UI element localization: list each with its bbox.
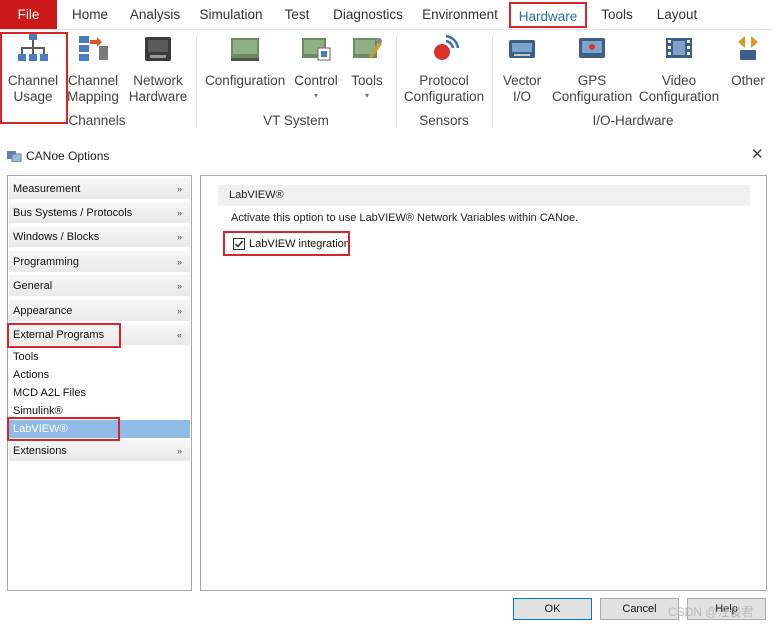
menu-bar: File Home Analysis Simulation Test Diagn… [0,0,772,29]
tab-diagnostics[interactable]: Diagnostics [330,0,406,29]
vector-io-icon [509,40,535,58]
panel-description: Activate this option to use LabVIEW® Net… [231,212,579,224]
group-label-sensors: Sensors [419,113,469,128]
tab-layout[interactable]: Layout [650,0,704,29]
chevron-down-icon: » [176,184,182,194]
chevron-down-icon: » [176,446,182,456]
vt-configuration-label: Configuration [205,73,286,88]
chevron-down-icon: » [176,281,182,291]
gps-configuration-button[interactable]: GPS Configuration [552,32,632,105]
vt-configuration-button[interactable]: Configuration [205,32,285,89]
nav-section-label: Appearance [13,305,73,317]
nav-item-mcd-a2l-files[interactable]: MCD A2L Files [9,384,190,402]
chevron-down-icon: » [176,257,182,267]
tab-simulation[interactable]: Simulation [197,0,265,29]
nav-section-extensions[interactable]: Extensions » [9,440,190,462]
tab-home[interactable]: Home [66,0,114,29]
chevron-down-icon: » [176,232,182,242]
highlight-labview-item [7,417,120,441]
vt-tools-dropdown-icon[interactable]: ▾ [345,91,389,101]
nav-section-appearance[interactable]: Appearance » [9,300,190,322]
other-label: Other [731,73,765,88]
channel-mapping-icon [79,36,108,61]
close-icon[interactable]: ✕ [751,146,764,164]
nav-section-bus-systems[interactable]: Bus Systems / Protocols » [9,202,190,224]
chevron-down-icon: » [176,306,182,316]
network-hardware-label: Network Hardware [128,73,188,104]
panel-header: LabVIEW® [218,185,750,206]
tab-divider [0,29,772,30]
vector-io-button[interactable]: Vector I/O [500,32,544,105]
protocol-configuration-button[interactable]: Protocol Configuration [403,32,485,105]
network-hardware-button[interactable]: Network Hardware [126,32,190,105]
nav-section-label: Bus Systems / Protocols [13,207,133,219]
tab-test[interactable]: Test [278,0,316,29]
ribbon: File Home Analysis Simulation Test Diagn… [0,0,772,140]
dialog-title-bar: CANoe Options ✕ [0,144,772,168]
vt-tools-button[interactable]: Tools ▾ [345,32,389,101]
protocol-configuration-label: Protocol Configuration [403,73,485,104]
vt-tools-icon [353,38,382,58]
ok-button[interactable]: OK [513,598,592,620]
vector-io-label: Vector I/O [502,73,542,104]
nav-section-label: Programming [13,256,80,268]
canoe-app-icon [7,151,22,162]
nav-section-label: Windows / Blocks [13,231,100,243]
nav-item-tools[interactable]: Tools [9,348,190,366]
highlight-channel-usage [0,32,68,124]
group-label-vt-system: VT System [263,113,329,128]
group-label-io-hardware: I/O-Hardware [592,113,674,128]
protocol-configuration-icon [434,34,460,60]
watermark: CSDN @汪俊君 [668,605,754,619]
other-icon [738,36,758,60]
chevron-up-icon: « [176,330,182,340]
nav-section-label: Measurement [13,183,81,195]
highlight-labview-integration [223,231,350,256]
nav-section-windows-blocks[interactable]: Windows / Blocks » [9,226,190,248]
group-separator [196,36,197,128]
network-hardware-icon [145,37,171,61]
video-configuration-icon [666,38,692,58]
vt-control-dropdown-icon[interactable]: ▾ [293,91,339,101]
other-button[interactable]: Other [728,32,768,89]
tab-file[interactable]: File [0,0,57,29]
channel-mapping-label: Channel Mapping [67,73,119,104]
tab-analysis[interactable]: Analysis [126,0,184,29]
highlight-external-programs [7,323,121,348]
video-configuration-button[interactable]: Video Configuration [638,32,720,105]
tab-tools[interactable]: Tools [596,0,638,29]
options-navigation: Measurement » Bus Systems / Protocols » … [7,175,192,591]
tab-environment[interactable]: Environment [419,0,501,29]
dialog-title: CANoe Options [26,149,110,163]
group-separator [492,36,493,128]
gps-configuration-icon [579,38,605,58]
nav-section-measurement[interactable]: Measurement » [9,178,190,200]
nav-section-general[interactable]: General » [9,275,190,297]
nav-section-label: General [13,280,53,292]
vt-control-icon [302,38,331,61]
video-configuration-label: Video Configuration [638,73,720,104]
vt-configuration-icon [231,38,259,61]
group-separator [396,36,397,128]
chevron-down-icon: » [176,208,182,218]
gps-configuration-label: GPS Configuration [552,73,633,104]
vt-control-label: Control [294,73,338,88]
nav-item-actions[interactable]: Actions [9,366,190,384]
nav-section-label: Extensions [13,445,67,457]
vt-control-button[interactable]: Control ▾ [293,32,339,101]
channel-mapping-button[interactable]: Channel Mapping [66,32,120,105]
tab-hardware[interactable]: Hardware [509,2,587,28]
nav-section-programming[interactable]: Programming » [9,251,190,273]
vt-tools-label: Tools [351,73,383,88]
